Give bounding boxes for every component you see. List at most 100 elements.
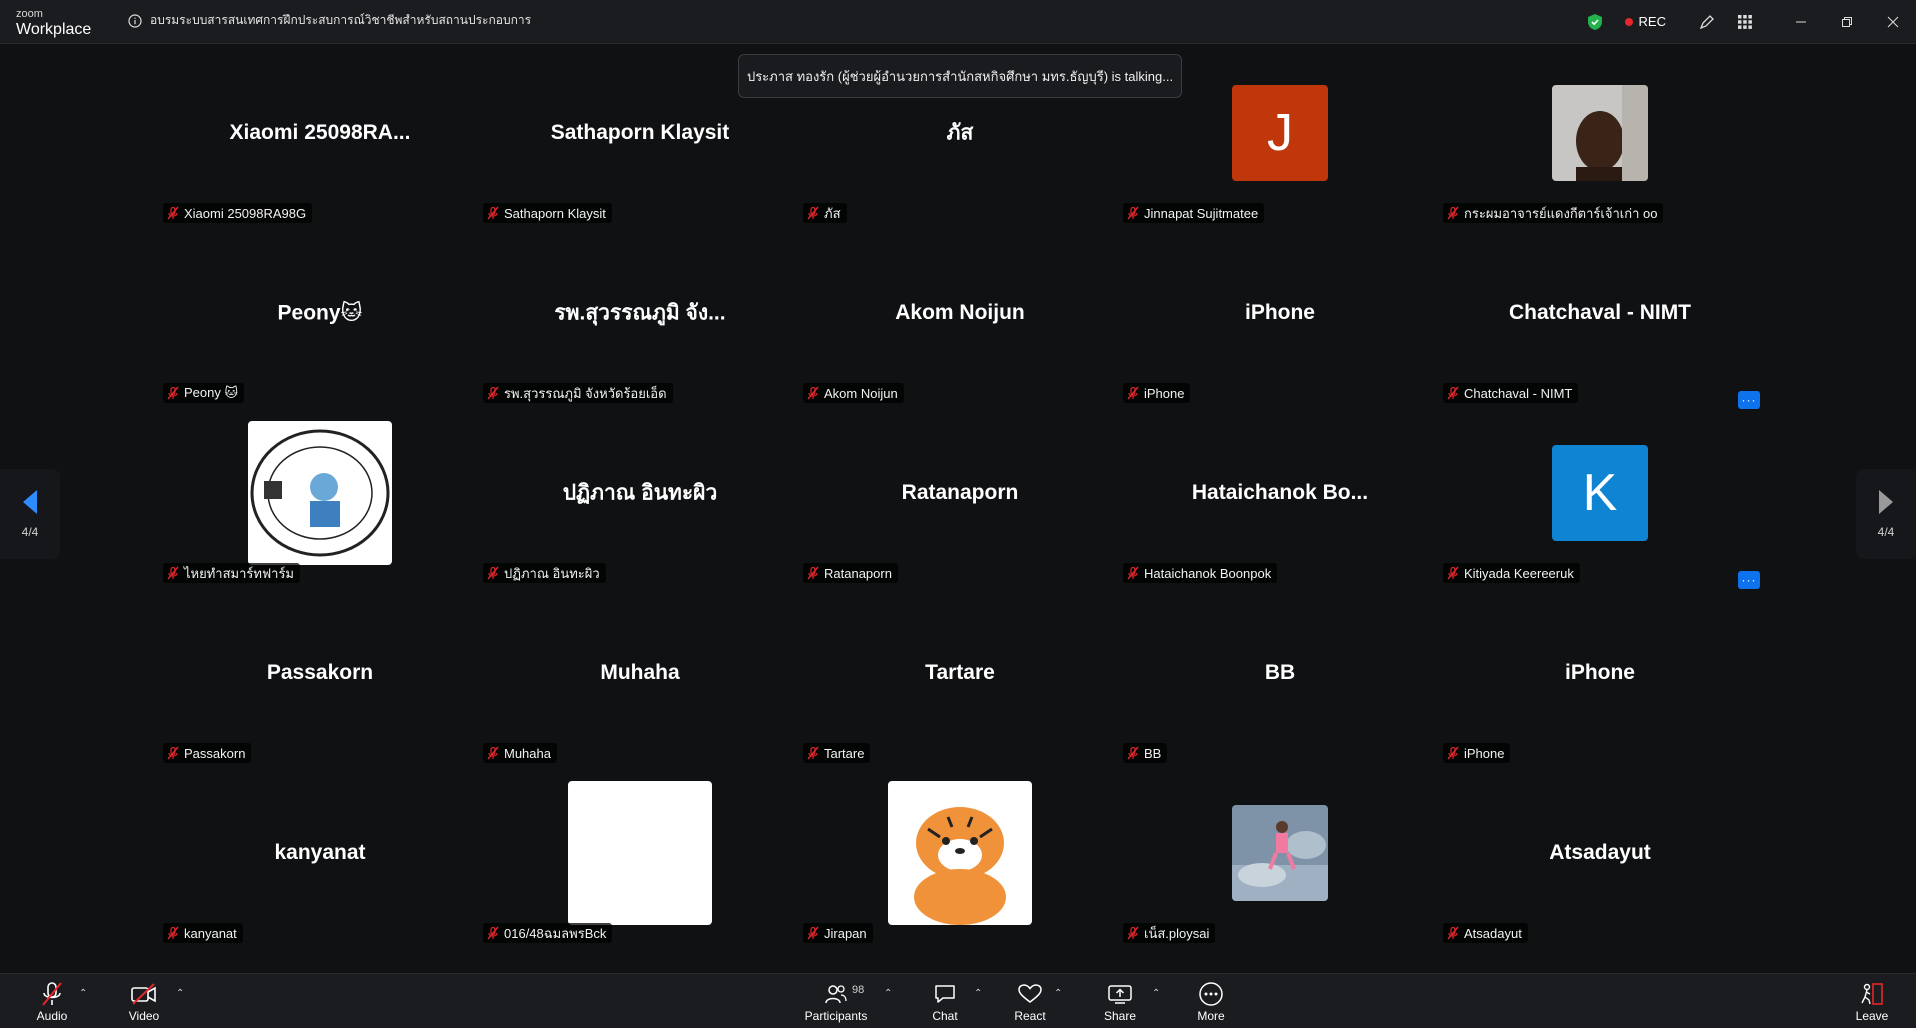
participant-name-label: kanyanat bbox=[163, 923, 243, 943]
participants-button[interactable]: Participants bbox=[800, 974, 872, 1028]
participant-avatar bbox=[1552, 85, 1648, 181]
participant-name-label: Xiaomi 25098RA98G bbox=[163, 203, 313, 223]
participant-tile[interactable]: ภัส ภัส bbox=[800, 43, 1120, 223]
participant-display-name: Hataichanok Bo... bbox=[1191, 481, 1369, 504]
more-label: More bbox=[1197, 1008, 1225, 1023]
participant-name: Xiaomi 25098RA98G bbox=[184, 205, 307, 221]
participant-name: Jinnapat Sujitmatee bbox=[1144, 205, 1259, 221]
participant-tile[interactable]: 016/48ฉมลพรBck bbox=[480, 763, 800, 943]
participant-avatar bbox=[888, 781, 1032, 925]
participant-name: ภัส bbox=[824, 205, 841, 221]
participant-name-label: iPhone bbox=[1123, 383, 1191, 403]
participants-count: 98 bbox=[852, 984, 865, 996]
participant-tile[interactable]: BB BB bbox=[1120, 583, 1440, 763]
mic-muted-icon bbox=[1127, 386, 1139, 400]
video-options-caret-icon[interactable]: ⌃ bbox=[176, 988, 184, 999]
close-button[interactable] bbox=[1870, 0, 1916, 43]
participant-name-label: Akom Noijun bbox=[803, 383, 904, 403]
participant-display-name: รพ.สุวรรณภูมิ จัง... bbox=[554, 301, 726, 325]
participant-avatar bbox=[248, 421, 392, 565]
participant-tile[interactable]: Muhaha Muhaha bbox=[480, 583, 800, 763]
view-grid-button[interactable] bbox=[1726, 0, 1764, 43]
video-button[interactable]: Video bbox=[126, 974, 162, 1028]
participant-name-label: 016/48ฉมลพรBck bbox=[483, 923, 613, 943]
participant-tile[interactable]: J Jinnapat Sujitmatee bbox=[1120, 43, 1440, 223]
participants-options-caret-icon[interactable]: ⌃ bbox=[884, 988, 892, 999]
participant-tile[interactable]: เน็ส.ploysai bbox=[1120, 763, 1440, 943]
blank-avatar bbox=[568, 781, 712, 925]
participants-icon bbox=[825, 984, 847, 1003]
participant-tile[interactable]: Hataichanok Bo... Hataichanok Boonpok bbox=[1120, 403, 1440, 583]
participant-tile[interactable]: ไหยทำสมาร์ทฟาร์ม bbox=[160, 403, 480, 583]
mic-muted-icon bbox=[42, 981, 62, 1006]
share-button[interactable]: Share bbox=[1104, 974, 1136, 1028]
recording-indicator[interactable]: REC bbox=[1624, 14, 1666, 29]
title-bar: zoom Workplace อบรมระบบสารสนเทศการฝึกประ… bbox=[0, 0, 1916, 44]
participant-tile[interactable]: Jirapan bbox=[800, 763, 1120, 943]
participant-display-name: Xiaomi 25098RA... bbox=[229, 121, 411, 144]
participant-tile[interactable]: Peony🐱 Peony 🐱 bbox=[160, 223, 480, 403]
participant-name-label: Chatchaval - NIMT bbox=[1443, 383, 1579, 403]
participant-tile[interactable]: iPhone iPhone bbox=[1120, 223, 1440, 403]
participant-tile[interactable]: Sathaporn Klaysit Sathaporn Klaysit bbox=[480, 43, 800, 223]
restore-button[interactable] bbox=[1824, 0, 1870, 43]
leave-button[interactable]: Leave bbox=[1856, 974, 1888, 1028]
participant-display-name: Passakorn bbox=[266, 661, 374, 684]
participant-name: Tartare bbox=[824, 745, 865, 761]
mic-muted-icon bbox=[487, 746, 499, 760]
mic-muted-icon bbox=[487, 926, 499, 940]
annotate-button[interactable] bbox=[1688, 0, 1726, 43]
logo-workplace-text: Workplace bbox=[16, 21, 92, 38]
participant-display-name: kanyanat bbox=[274, 841, 366, 864]
share-options-caret-icon[interactable]: ⌃ bbox=[1152, 988, 1160, 999]
participant-name: BB bbox=[1144, 745, 1162, 761]
mic-muted-icon bbox=[1127, 926, 1139, 940]
mic-muted-icon bbox=[1447, 206, 1459, 220]
next-page-button[interactable]: 4/4 bbox=[1856, 469, 1916, 559]
participant-name: Chatchaval - NIMT bbox=[1464, 385, 1573, 401]
mic-muted-icon bbox=[1447, 386, 1459, 400]
participant-name-label: Atsadayut bbox=[1443, 923, 1528, 943]
close-icon bbox=[1887, 16, 1899, 27]
tile-more-options-button[interactable]: ··· bbox=[1738, 391, 1760, 409]
participant-tile[interactable]: Akom Noijun Akom Noijun bbox=[800, 223, 1120, 403]
participant-tile[interactable]: ปฏิภาณ อินทะผิว ปฏิภาณ อินทะผิว bbox=[480, 403, 800, 583]
participant-name: 016/48ฉมลพรBck bbox=[504, 925, 607, 941]
gallery-grid: Xiaomi 25098RA... Xiaomi 25098RA98G Sathap… bbox=[160, 43, 1760, 973]
mic-muted-icon bbox=[1447, 566, 1459, 580]
minimize-button[interactable] bbox=[1778, 0, 1824, 43]
participant-display-name: Sathaporn Klaysit bbox=[550, 121, 730, 144]
participant-tile[interactable]: K Kitiyada Keereeruk ··· bbox=[1440, 391, 1760, 583]
shield-icon[interactable] bbox=[1587, 13, 1603, 31]
react-options-caret-icon[interactable]: ⌃ bbox=[1054, 988, 1062, 999]
mic-muted-icon bbox=[1447, 926, 1459, 940]
react-button[interactable]: React bbox=[1014, 974, 1046, 1028]
company-logo-avatar bbox=[248, 421, 392, 565]
mic-muted-icon bbox=[807, 746, 819, 760]
info-icon[interactable] bbox=[128, 13, 142, 28]
participant-name: Sathaporn Klaysit bbox=[504, 205, 606, 221]
participant-tile[interactable]: Atsadayut Atsadayut bbox=[1440, 763, 1760, 943]
meeting-info[interactable]: อบรมระบบสารสนเทศการฝึกประสบการณ์วิชาชีพส… bbox=[128, 11, 531, 30]
more-button[interactable]: More bbox=[1196, 974, 1226, 1028]
participant-tile[interactable]: Ratanaporn Ratanaporn bbox=[800, 403, 1120, 583]
chat-button[interactable]: Chat bbox=[930, 974, 960, 1028]
participant-display-name: Atsadayut bbox=[1549, 841, 1651, 864]
participant-avatar: K bbox=[1552, 445, 1648, 541]
mic-muted-icon bbox=[487, 206, 499, 220]
participant-tile[interactable]: iPhone iPhone ··· bbox=[1440, 571, 1760, 763]
audio-options-caret-icon[interactable]: ⌃ bbox=[79, 988, 87, 999]
participant-name-label: กระผมอาจารย์แดงกีตาร์เจ้าเก่า oo bbox=[1443, 203, 1664, 223]
tile-more-options-button[interactable]: ··· bbox=[1738, 571, 1760, 589]
participant-tile[interactable]: รพ.สุวรรณภูมิ จัง... รพ.สุวรรณภูมิ จังหวั… bbox=[480, 223, 800, 403]
previous-page-button[interactable]: 4/4 bbox=[0, 469, 60, 559]
participant-tile[interactable]: Tartare Tartare bbox=[800, 583, 1120, 763]
mic-muted-icon bbox=[807, 386, 819, 400]
chat-options-caret-icon[interactable]: ⌃ bbox=[974, 988, 982, 999]
participant-tile[interactable]: Chatchaval - NIMT Chatchaval - NIMT bbox=[1440, 223, 1760, 403]
participant-tile[interactable]: kanyanat kanyanat bbox=[160, 763, 480, 943]
participant-tile[interactable]: กระผมอาจารย์แดงกีตาร์เจ้าเก่า oo bbox=[1440, 43, 1760, 223]
participant-tile[interactable]: Passakorn Passakorn bbox=[160, 583, 480, 763]
participant-tile[interactable]: Xiaomi 25098RA... Xiaomi 25098RA98G bbox=[160, 43, 480, 223]
audio-button[interactable]: Audio bbox=[34, 974, 70, 1028]
